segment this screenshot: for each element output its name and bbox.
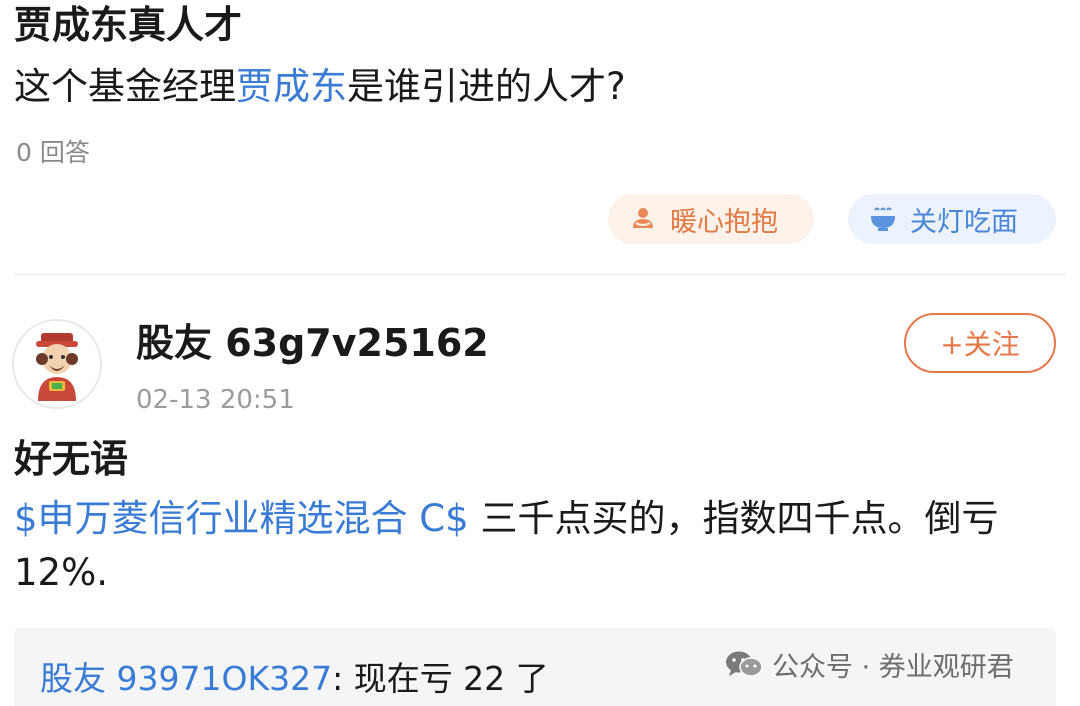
reply-text: 现在亏 22 了 (353, 659, 549, 698)
avatar[interactable] (12, 319, 102, 409)
reaction-hug-button[interactable]: 暖心抱抱 (608, 194, 814, 244)
fund-link[interactable]: $申万菱信行业精选混合 C$ (14, 497, 469, 540)
post-body: $申万菱信行业精选混合 C$ 三千点买的，指数四千点。倒亏12%. (14, 492, 1064, 600)
watermark-text: 公众号 · 券业观研君 (772, 651, 1014, 683)
noodle-bowl-icon (868, 204, 898, 234)
reaction-noodle-button[interactable]: 关灯吃面 (848, 194, 1056, 244)
question-body-prefix: 这个基金经理 (14, 65, 236, 108)
question-body-suffix: 是谁引进的人才? (347, 65, 626, 108)
follow-button[interactable]: +关注 (904, 313, 1056, 373)
reaction-hug-label: 暖心抱抱 (670, 206, 778, 238)
question-body: 这个基金经理贾成东是谁引进的人才? (14, 62, 626, 112)
post-username[interactable]: 股友 63g7v25162 (136, 318, 489, 368)
section-divider (14, 274, 1066, 275)
wechat-icon (724, 649, 764, 679)
manager-name-link[interactable]: 贾成东 (236, 65, 347, 108)
reply-username[interactable]: 股友 93971OK327 (40, 659, 332, 698)
hug-icon (628, 204, 658, 234)
reply-line: 股友 93971OK327: 现在亏 22 了 (40, 656, 549, 702)
answer-count: 0 回答 (16, 138, 90, 167)
question-title: 贾成东真人才 (14, 3, 243, 47)
post-title: 好无语 (14, 437, 129, 481)
reply-separator: : (332, 659, 354, 698)
reaction-noodle-label: 关灯吃面 (910, 206, 1018, 238)
watermark: 公众号 · 券业观研君 (724, 644, 1014, 684)
post-timestamp: 02-13 20:51 (136, 385, 295, 415)
